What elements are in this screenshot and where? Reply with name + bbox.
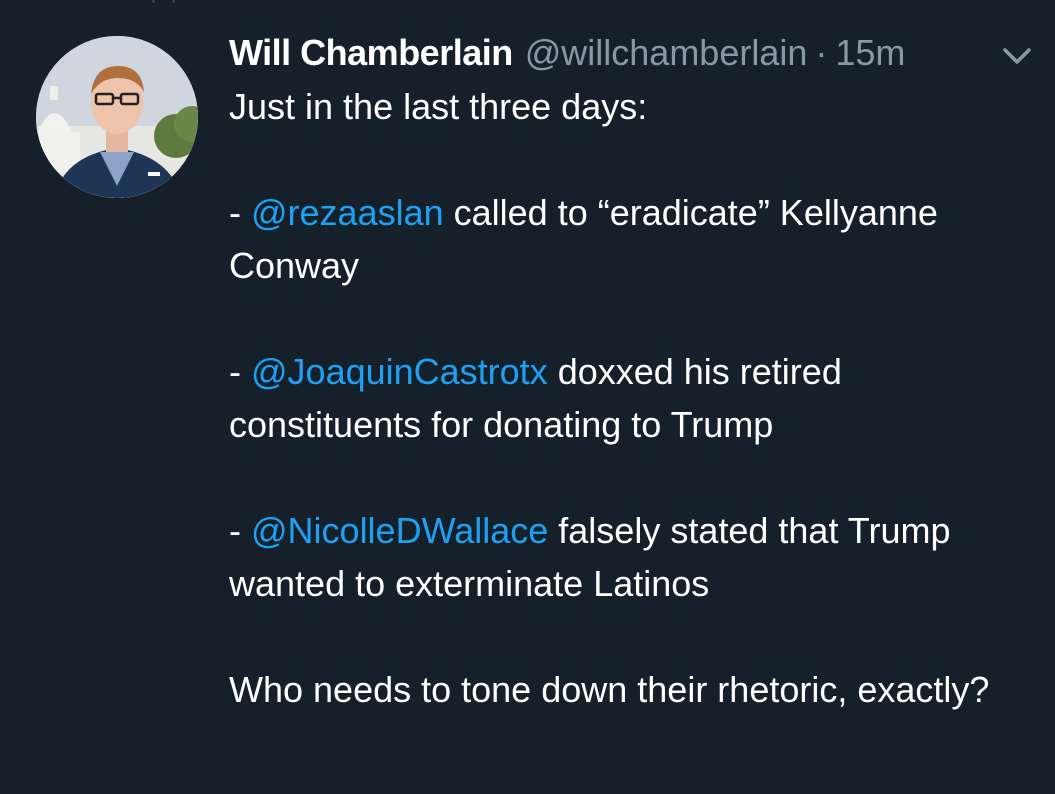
list-item: - @JoaquinCastrotx doxxed his retired co…	[229, 345, 1039, 451]
mention-link[interactable]: @NicolleDWallace	[251, 510, 548, 551]
timestamp[interactable]: 15m	[835, 30, 905, 76]
previous-tweet-fragment: · ·	[150, 0, 270, 4]
bullet-dash: -	[229, 351, 251, 392]
avatar[interactable]	[36, 36, 198, 198]
list-item: - @rezaaslan called to “eradicate” Kelly…	[229, 186, 1039, 292]
user-handle[interactable]: @willchamberlain	[525, 30, 808, 76]
tweet[interactable]: · ·	[0, 0, 1055, 794]
tweet-intro: Just in the last three days:	[229, 86, 648, 127]
list-item: - @NicolleDWallace falsely stated that T…	[229, 504, 1039, 610]
chevron-down-icon[interactable]	[1000, 44, 1034, 68]
mention-link[interactable]: @JoaquinCastrotx	[251, 351, 548, 392]
separator-dot: ·	[815, 32, 828, 73]
tweet-header: Will Chamberlain @willchamberlain · 15m	[229, 30, 905, 76]
bullet-dash: -	[229, 510, 251, 551]
display-name[interactable]: Will Chamberlain	[229, 30, 513, 76]
tweet-closing: Who needs to tone down their rhetoric, e…	[229, 669, 990, 710]
bullet-dash: -	[229, 192, 251, 233]
tweet-text: Just in the last three days: - @rezaasla…	[229, 80, 1039, 716]
mention-link[interactable]: @rezaaslan	[251, 192, 444, 233]
